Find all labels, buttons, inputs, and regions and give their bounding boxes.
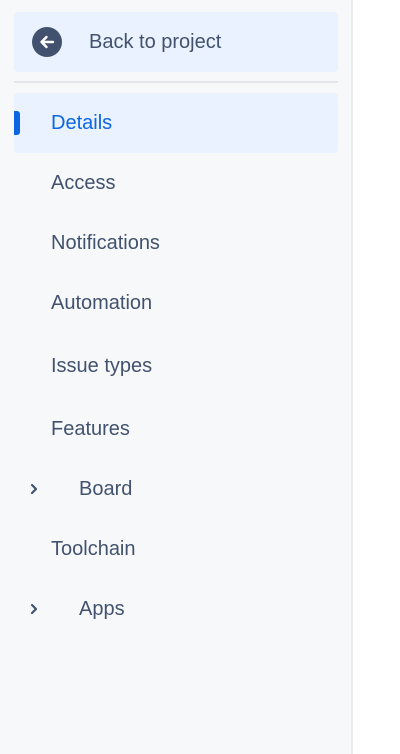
- sidebar-item-label: Details: [51, 112, 113, 134]
- sidebar-item-details[interactable]: Details: [14, 93, 338, 153]
- sidebar-item-label: Issue types: [51, 355, 153, 377]
- chevron-right-icon[interactable]: [26, 481, 42, 497]
- sidebar-item-label: Automation: [51, 292, 153, 314]
- selected-indicator: [14, 111, 20, 135]
- sidebar-item-label: Board: [79, 478, 133, 500]
- sidebar-item-access[interactable]: Access: [14, 153, 338, 213]
- sidebar-divider: [14, 81, 338, 83]
- sidebar-item-issue-types[interactable]: Issue types: [14, 336, 338, 396]
- back-to-project-button[interactable]: Back to project: [14, 12, 338, 72]
- back-to-project-label: Back to project: [89, 31, 222, 53]
- sidebar-item-features[interactable]: Features: [14, 399, 338, 459]
- arrow-left-icon: [32, 27, 62, 57]
- sidebar-item-label: Toolchain: [51, 538, 136, 560]
- project-settings-sidebar: Back to project Details Access Notificat…: [0, 0, 353, 754]
- sidebar-item-notifications[interactable]: Notifications: [14, 213, 338, 273]
- sidebar-item-automation[interactable]: Automation: [14, 273, 338, 333]
- main-content-area: [353, 0, 400, 754]
- sidebar-item-apps[interactable]: Apps: [14, 579, 338, 639]
- sidebar-item-label: Notifications: [51, 232, 160, 254]
- sidebar-item-label: Apps: [79, 598, 125, 620]
- chevron-right-icon[interactable]: [26, 601, 42, 617]
- sidebar-item-label: Access: [51, 172, 116, 194]
- sidebar-item-toolchain[interactable]: Toolchain: [14, 519, 338, 579]
- sidebar-item-label: Features: [51, 418, 130, 440]
- sidebar-item-board[interactable]: Board: [14, 459, 338, 519]
